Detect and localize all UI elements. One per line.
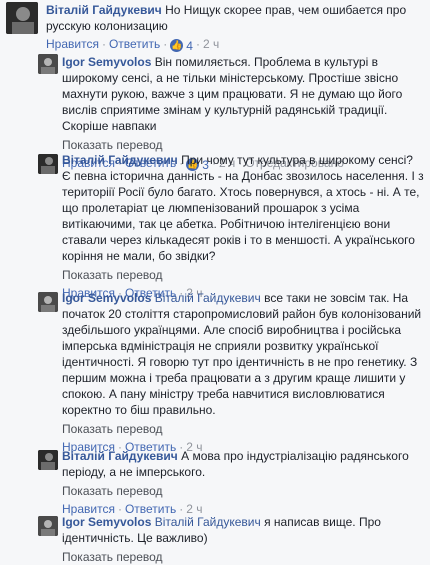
comment-text: Віталій Гайдукевич Но Нищук скорее прав,… xyxy=(46,2,424,34)
see-translation-link[interactable]: Показать перевод xyxy=(62,137,424,153)
comment-body: При чому тут культура в широкому сенсі? … xyxy=(62,153,424,263)
avatar[interactable] xyxy=(38,450,58,470)
author-link[interactable]: Igor Semyvolos xyxy=(62,291,151,305)
comment-body: все таки не зовсім так. На початок 20 ст… xyxy=(62,291,422,417)
see-translation-link[interactable]: Показать перевод xyxy=(62,421,424,437)
avatar-image xyxy=(38,516,58,536)
avatar-image xyxy=(6,2,38,34)
mention-link[interactable]: Віталій Гайдукевич xyxy=(155,515,261,529)
timestamp[interactable]: 2 ч xyxy=(203,37,219,51)
like-count: 4 xyxy=(186,38,193,53)
avatar-image xyxy=(38,450,58,470)
author-link[interactable]: Igor Semyvolos xyxy=(62,515,151,529)
see-translation-link[interactable]: Показать перевод xyxy=(62,483,424,499)
avatar-image xyxy=(38,154,58,174)
mention-link[interactable]: Віталій Гайдукевич xyxy=(155,291,261,305)
thumbs-up-icon: 👍 xyxy=(170,39,184,52)
reply-button[interactable]: Ответить xyxy=(109,37,160,51)
author-link[interactable]: Igor Semyvolos xyxy=(62,55,151,69)
author-link[interactable]: Віталій Гайдукевич xyxy=(46,3,162,17)
see-translation-link[interactable]: Показать перевод xyxy=(62,549,424,565)
avatar-image xyxy=(38,292,58,312)
avatar[interactable] xyxy=(38,292,58,312)
avatar[interactable] xyxy=(6,2,38,34)
avatar[interactable] xyxy=(38,516,58,536)
reactions[interactable]: 👍 4 xyxy=(170,38,193,54)
comment-text: Igor Semyvolos Віталій Гайдукевич все та… xyxy=(62,290,424,418)
avatar-image xyxy=(38,54,58,74)
comment-text: Igor Semyvolos Він помиляється. Проблема… xyxy=(62,54,424,134)
comment-text: Віталій Гайдукевич А мова про індустріал… xyxy=(62,448,424,480)
comment-text: Віталій Гайдукевич При чому тут культура… xyxy=(62,152,424,264)
avatar[interactable] xyxy=(38,54,58,74)
comment-text: Igor Semyvolos Віталій Гайдукевич я напи… xyxy=(62,514,424,546)
author-link[interactable]: Віталій Гайдукевич xyxy=(62,449,178,463)
comment-actions: Нравится · Ответить · 👍 4 · 2 ч xyxy=(46,37,220,54)
see-translation-link[interactable]: Показать перевод xyxy=(62,267,424,283)
author-link[interactable]: Віталій Гайдукевич xyxy=(62,153,178,167)
avatar[interactable] xyxy=(38,154,58,174)
like-button[interactable]: Нравится xyxy=(46,37,99,51)
